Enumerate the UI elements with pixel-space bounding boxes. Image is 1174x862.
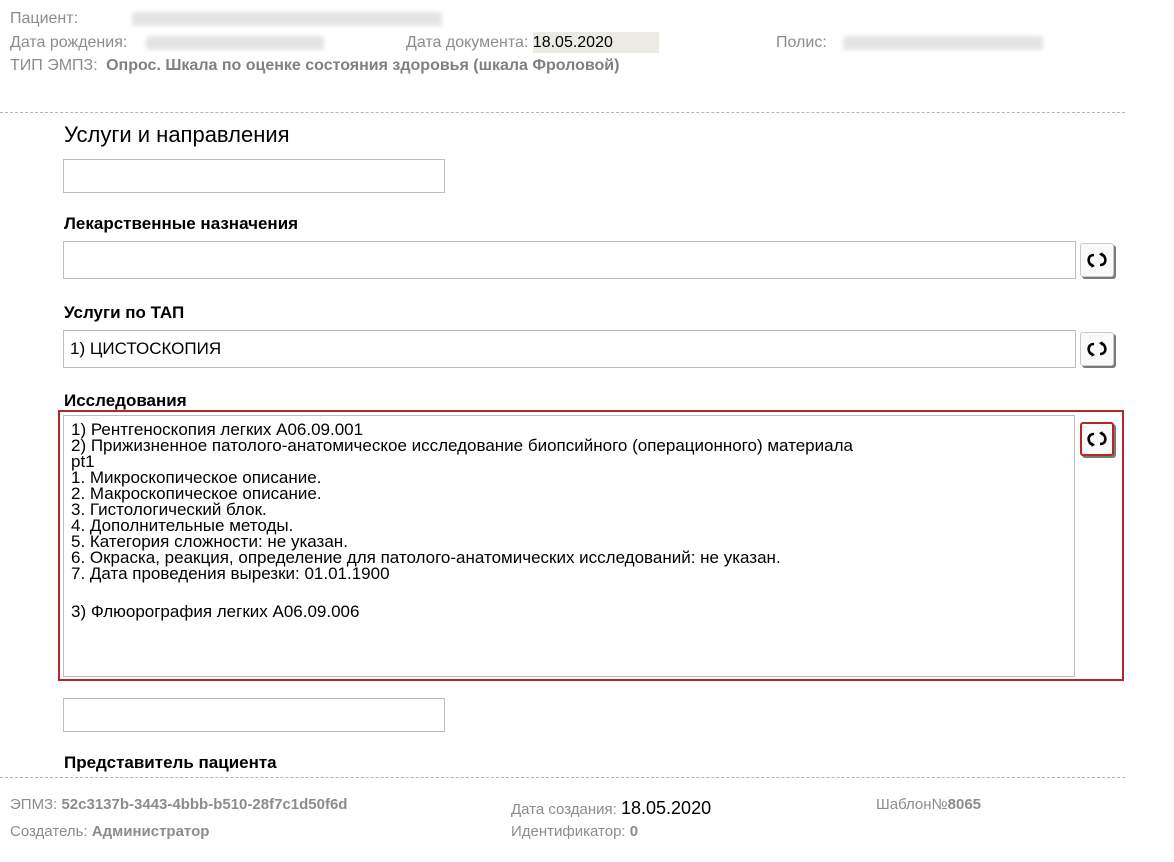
footer-created: Дата создания: 18.05.2020	[511, 798, 711, 819]
tap-label: Услуги по ТАП	[64, 303, 185, 322]
identifier-value: 0	[629, 823, 639, 840]
identifier-label: Идентификатор:	[511, 823, 626, 840]
refresh-icon	[1087, 431, 1107, 447]
footer-divider	[0, 777, 1125, 778]
template-label: Шаблон№	[876, 796, 948, 813]
drug-refresh-button[interactable]	[1080, 243, 1114, 277]
representative-label: Представитель пациента	[64, 753, 277, 772]
research-line: 3) Флюорография легких A06.09.006	[71, 602, 360, 621]
footer-identifier: Идентификатор: 0	[511, 823, 638, 840]
header-divider	[0, 112, 1125, 113]
research-line: 2) Прижизненное патолого-анатомическое и…	[71, 436, 853, 455]
patient-row: Пациент:	[10, 9, 443, 29]
drug-input[interactable]	[63, 241, 1076, 279]
doc-date-value: 18.05.2020	[532, 32, 659, 53]
type-label: ТИП ЭМПЗ:	[10, 57, 98, 74]
epmz-value: 52c3137b-3443-4bbb-b510-28f7c1d50f6d	[61, 796, 348, 813]
refresh-icon	[1087, 341, 1107, 357]
birth-label: Дата рождения:	[10, 34, 128, 51]
research-line: 7. Дата проведения вырезки: 01.01.1900	[71, 564, 390, 583]
research-textarea[interactable]: 1) Рентгеноскопия легких A06.09.001 2) П…	[63, 415, 1075, 677]
research-line	[71, 582, 1067, 604]
tap-value: 1) ЦИСТОСКОПИЯ	[70, 339, 222, 358]
drug-label: Лекарственные назначения	[64, 214, 299, 233]
patient-label: Пациент:	[10, 10, 79, 27]
patient-name-redacted	[132, 11, 443, 26]
tap-input[interactable]: 1) ЦИСТОСКОПИЯ	[63, 330, 1076, 368]
policy-label: Полис:	[776, 34, 827, 51]
footer-epmz: ЭПМЗ: 52c3137b-3443-4bbb-b510-28f7c1d50f…	[10, 796, 347, 813]
policy-redacted	[843, 35, 1044, 50]
tap-refresh-button[interactable]	[1080, 332, 1114, 366]
type-row: ТИП ЭМПЗ: Опрос. Шкала по оценке состоян…	[10, 56, 619, 76]
creator-label: Создатель:	[10, 823, 88, 840]
doc-date-row: Дата документа: 18.05.2020	[406, 32, 659, 53]
doc-date-label: Дата документа:	[406, 34, 529, 51]
research-label: Исследования	[64, 391, 187, 410]
research-refresh-button[interactable]	[1080, 422, 1114, 456]
refresh-icon	[1087, 252, 1107, 268]
section-title: Услуги и направления	[64, 122, 290, 147]
policy-row: Полис:	[776, 33, 1044, 53]
epmz-label: ЭПМЗ:	[10, 796, 58, 813]
created-label: Дата создания:	[511, 801, 617, 818]
created-value: 18.05.2020	[621, 798, 712, 818]
footer-creator: Создатель: Администратор	[10, 823, 209, 840]
research-extra-input[interactable]	[63, 698, 445, 732]
template-value: 8065	[947, 796, 982, 813]
services-input[interactable]	[63, 159, 445, 193]
birth-date-redacted	[145, 35, 324, 50]
creator-value: Администратор	[91, 823, 210, 840]
birth-row: Дата рождения:	[10, 33, 324, 53]
type-value: Опрос. Шкала по оценке состояния здоровь…	[106, 57, 620, 74]
footer-template: Шаблон№8065	[876, 796, 981, 813]
